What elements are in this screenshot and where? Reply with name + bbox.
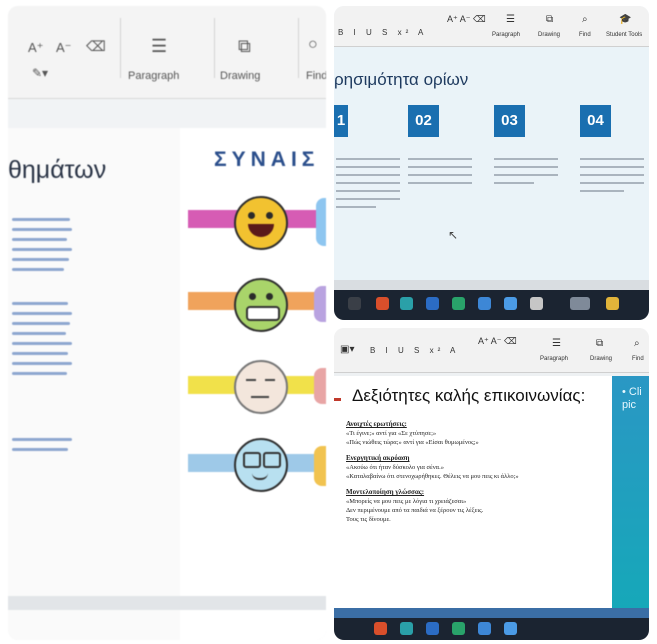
step-text [408,158,472,190]
student-tools-label[interactable]: Student Tools [606,32,642,38]
section-line: «Ακούω ότι ήταν δύσκολο για σένα.» [346,464,444,471]
drawing-icon: ⧉ [596,338,604,349]
section-heading: Ανοιχτές ερωτήσεις: [346,420,407,428]
app-icon[interactable] [400,297,413,310]
accent-mark [334,398,341,401]
mouse-cursor-icon: ↖ [448,228,459,242]
powerpoint-icon[interactable] [374,622,387,635]
side-panel [612,376,649,624]
section-line: «Πώς νιώθεις τώρα;» αντί για «Είσαι θυμω… [346,439,479,446]
partial-face-icon [314,368,326,404]
side-panel-line: • Cli [622,386,642,398]
bottom-right-photo: ▣▾ B I U S x² A A⁺ A⁻ ⌫ ☰ Paragraph ⧉ Dr… [334,328,649,640]
drawing-group-label[interactable]: Drawing [220,70,260,82]
paragraph-group-label[interactable]: Paragraph [492,32,520,38]
font-shrink-button[interactable]: A⁻ [56,40,72,56]
side-panel-text: • Cli pic [622,386,642,412]
section-line: «Μπορείς να μου πεις με λόγια τι χρειάζε… [346,498,467,505]
section-line: «Τι έγινε;» αντί για «Σε χτύπησε;» [346,430,437,437]
step-text [580,158,644,198]
step-text [336,158,400,214]
find-icon: ⌕ [582,14,588,25]
drawing-group-label[interactable]: Drawing [590,356,612,362]
section: Ανοιχτές ερωτήσεις: «Τι έγινε;» αντί για… [346,420,519,447]
partial-face-icon [314,446,326,486]
font-grow-button[interactable]: A⁺ [28,40,44,56]
laughing-face-icon [234,196,288,250]
annoyed-face-icon [234,360,288,414]
left-photo: A⁺ A⁻ ⌫ ✎▾ ☰ Paragraph ⧉ Drawing ○ Find … [8,6,326,640]
start-icon[interactable] [348,297,361,310]
font-grow-icon[interactable]: A⁺ A⁻ ⌫ [447,14,486,25]
drawing-icon: ⧉ [546,14,554,25]
tray-icon[interactable] [570,297,590,310]
section-heading: Ενεργητική ακρόαση [346,454,410,462]
top-right-photo: B I U S x² A A⁺ A⁻ ⌫ ☰ Paragraph ⧉ Drawi… [334,6,649,320]
app-icon[interactable] [504,297,517,310]
powerpoint-icon[interactable] [376,297,389,310]
section-line: Δεν περιμένουμε από τα παιδιά να ξέρουν … [346,507,484,514]
body-text-block [12,438,72,458]
step-badge: 04 [580,105,611,137]
app-icon[interactable] [400,622,413,635]
partial-face-icon [314,286,326,322]
student-tools-icon: 🎓 [619,14,632,25]
grimacing-face-icon [234,278,288,332]
paragraph-group-label[interactable]: Paragraph [128,70,179,82]
ribbon-toolbar: A⁺ A⁻ ⌫ ✎▾ ☰ Paragraph ⧉ Drawing ○ Find [8,6,326,99]
store-icon[interactable] [478,297,491,310]
text-effects-icon[interactable]: ✎▾ [32,66,48,80]
find-group-label[interactable]: Find [579,32,591,38]
font-grow-icon[interactable]: A⁺ A⁻ ⌫ [478,336,517,347]
drawing-icon: ⧉ [238,36,251,56]
paragraph-icon: ☰ [151,36,168,56]
edge-icon[interactable] [452,622,465,635]
body-text-block [12,218,72,278]
section-heading: Μοντελοποίηση γλώσσας: [346,488,425,496]
slide-title: Δεξιότητες καλής επικοινωνίας: [352,386,586,405]
step-badge: 02 [408,105,439,137]
section-line: Τους τις δίνουμε. [346,516,391,523]
clipboard-icon[interactable]: ▣▾ [340,344,354,355]
font-format-buttons[interactable]: B I U S x² A [370,346,459,355]
edge-icon[interactable] [452,297,465,310]
status-bar [334,608,649,618]
ribbon-toolbar: B I U S x² A A⁺ A⁻ ⌫ ☰ Paragraph ⧉ Drawi… [334,6,649,47]
step-badge: 1 [334,105,348,137]
side-panel-line: pic [622,399,637,411]
find-group-label[interactable]: Find [306,70,326,82]
ribbon-toolbar: ▣▾ B I U S x² A A⁺ A⁻ ⌫ ☰ Paragraph ⧉ Dr… [334,328,649,373]
find-group-label[interactable]: Find [632,356,644,362]
section: Μοντελοποίηση γλώσσας: «Μπορείς να μου π… [346,488,519,524]
section-line: «Καταλαβαίνω ότι στενοχωρήθηκες. Θέλεις … [346,473,519,480]
slide-title: θημάτων [8,156,107,184]
font-format-buttons[interactable]: B I U S x² A [338,28,427,37]
paragraph-icon: ☰ [506,14,515,25]
step-text [494,158,558,190]
paragraph-group-label[interactable]: Paragraph [540,356,568,362]
app-icon[interactable] [504,622,517,635]
emotions-heading: ΣΥΝΑΙΣ [214,148,320,171]
document-area [8,128,180,640]
paragraph-icon: ☰ [552,338,561,349]
app-icon[interactable] [530,297,543,310]
status-bar [8,596,326,610]
partial-face-icon [316,198,326,246]
word-icon[interactable] [426,622,439,635]
clear-format-icon[interactable]: ⌫ [86,38,106,55]
find-icon: ⌕ [634,338,640,349]
glasses-face-icon [234,438,288,492]
slide-body: Ανοιχτές ερωτήσεις: «Τι έγινε;» αντί για… [346,420,519,531]
body-text-block [12,302,72,382]
section: Ενεργητική ακρόαση «Ακούω ότι ήταν δύσκο… [346,454,519,481]
app-icon[interactable] [606,297,619,310]
word-icon[interactable] [426,297,439,310]
slide-title: ρησιμότητα ορίων [334,70,469,89]
drawing-group-label[interactable]: Drawing [538,32,560,38]
step-badge: 03 [494,105,525,137]
status-bar [334,280,649,290]
find-icon: ○ [308,36,318,53]
store-icon[interactable] [478,622,491,635]
